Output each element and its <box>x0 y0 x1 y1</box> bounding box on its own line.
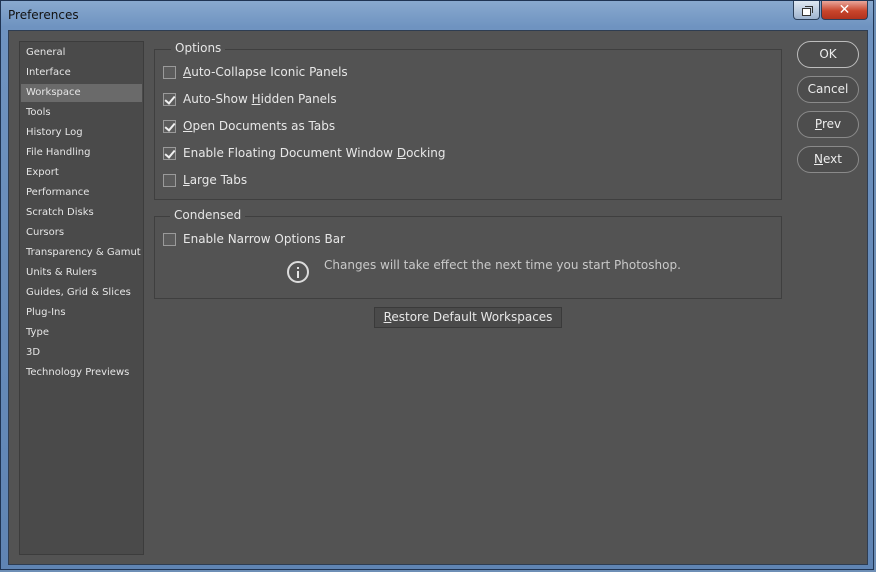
sidebar-item-label: Type <box>26 327 49 338</box>
open-as-tabs-checkbox[interactable] <box>163 119 176 133</box>
sidebar-item-export[interactable]: Export <box>21 164 142 182</box>
checkbox-label: Auto-Collapse Iconic Panels <box>183 65 348 79</box>
restore-icon <box>801 5 813 16</box>
large-tabs-checkbox[interactable] <box>163 173 176 187</box>
sidebar-item-type[interactable]: Type <box>21 324 142 342</box>
checkbox-label: Large Tabs <box>183 173 248 187</box>
sidebar-item-label: History Log <box>26 127 83 138</box>
sidebar-item-general[interactable]: General <box>21 44 142 62</box>
sidebar-item-label: Scratch Disks <box>26 207 94 218</box>
sidebar-item-label: Transparency & Gamut <box>26 247 141 258</box>
prev-button[interactable]: Prev <box>797 111 859 138</box>
auto-collapse-checkbox[interactable] <box>163 65 176 79</box>
sidebar-item-tools[interactable]: Tools <box>21 104 142 122</box>
sidebar-item-label: General <box>26 47 66 58</box>
sidebar-item-interface[interactable]: Interface <box>21 64 142 82</box>
floating-docking-checkbox[interactable] <box>163 146 176 160</box>
ok-button[interactable]: OK <box>797 41 859 68</box>
sidebar-item-label: Technology Previews <box>26 367 130 378</box>
sidebar-item-label: Guides, Grid & Slices <box>26 287 131 298</box>
sidebar-item-file-handling[interactable]: File Handling <box>21 144 142 162</box>
info-icon <box>287 261 309 283</box>
next-button[interactable]: Next <box>797 146 859 173</box>
category-sidebar: General Interface Workspace Tools Histor… <box>19 41 144 555</box>
auto-show-hidden-checkbox-row[interactable]: Auto-Show Hidden Panels <box>163 92 337 106</box>
checkbox-label: Auto-Show Hidden Panels <box>183 92 337 106</box>
sidebar-item-label: File Handling <box>26 147 91 158</box>
narrow-options-bar-checkbox[interactable] <box>163 232 176 246</box>
auto-show-hidden-checkbox[interactable] <box>163 92 176 106</box>
floating-docking-checkbox-row[interactable]: Enable Floating Document Window Docking <box>163 146 446 160</box>
sidebar-item-label: Workspace <box>26 87 81 98</box>
checkbox-label: Open Documents as Tabs <box>183 119 336 133</box>
open-as-tabs-checkbox-row[interactable]: Open Documents as Tabs <box>163 119 335 133</box>
sidebar-item-label: Performance <box>26 187 90 198</box>
sidebar-item-workspace[interactable]: Workspace <box>21 84 142 102</box>
sidebar-item-scratch-disks[interactable]: Scratch Disks <box>21 204 142 222</box>
checkbox-label: Enable Narrow Options Bar <box>183 232 346 246</box>
sidebar-item-history-log[interactable]: History Log <box>21 124 142 142</box>
sidebar-item-plug-ins[interactable]: Plug-Ins <box>21 304 142 322</box>
window-title: Preferences <box>8 8 79 22</box>
title-bar[interactable]: Preferences ✕ <box>1 1 873 31</box>
dialog-body: General Interface Workspace Tools Histor… <box>8 30 868 565</box>
sidebar-item-label: Units & Rulers <box>26 267 97 278</box>
sidebar-item-label: Tools <box>26 107 51 118</box>
close-window-button[interactable]: ✕ <box>821 1 868 20</box>
narrow-options-bar-checkbox-row[interactable]: Enable Narrow Options Bar <box>163 232 345 246</box>
auto-collapse-checkbox-row[interactable]: Auto-Collapse Iconic Panels <box>163 65 348 79</box>
sidebar-item-label: Interface <box>26 67 71 78</box>
cancel-button[interactable]: Cancel <box>797 76 859 103</box>
large-tabs-checkbox-row[interactable]: Large Tabs <box>163 173 247 187</box>
condensed-group-title: Condensed <box>170 208 246 222</box>
sidebar-item-label: Plug-Ins <box>26 307 66 318</box>
sidebar-item-cursors[interactable]: Cursors <box>21 224 142 242</box>
checkbox-label: Enable Floating Document Window Docking <box>183 146 446 160</box>
preferences-window: Preferences ✕ General Interface Workspac… <box>0 0 874 570</box>
options-group-title: Options <box>171 41 226 55</box>
sidebar-item-performance[interactable]: Performance <box>21 184 142 202</box>
sidebar-item-technology-previews[interactable]: Technology Previews <box>21 364 142 382</box>
sidebar-item-transparency-gamut[interactable]: Transparency & Gamut <box>21 244 142 262</box>
info-message: Changes will take effect the next time y… <box>324 258 681 272</box>
sidebar-item-label: Cursors <box>26 227 65 238</box>
sidebar-item-label: Export <box>26 167 59 178</box>
sidebar-item-units-rulers[interactable]: Units & Rulers <box>21 264 142 282</box>
sidebar-item-guides-grid-slices[interactable]: Guides, Grid & Slices <box>21 284 142 302</box>
sidebar-item-label: 3D <box>26 347 41 358</box>
restore-window-button[interactable] <box>793 1 820 20</box>
close-icon: ✕ <box>838 2 851 18</box>
restore-default-workspaces-button[interactable]: Restore Default Workspaces <box>374 307 562 328</box>
sidebar-item-3d[interactable]: 3D <box>21 344 142 362</box>
